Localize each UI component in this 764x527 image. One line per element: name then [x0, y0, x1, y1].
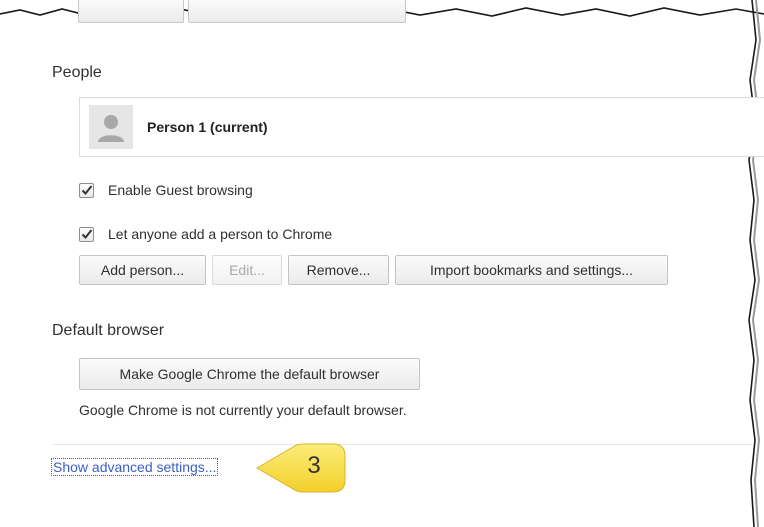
- cut-off-button[interactable]: [78, 0, 184, 23]
- callout-number: 3: [307, 452, 321, 479]
- divider: [52, 444, 752, 445]
- let-anyone-row[interactable]: Let anyone add a person to Chrome: [79, 225, 332, 243]
- checkmark-icon: [81, 228, 93, 239]
- enable-guest-row[interactable]: Enable Guest browsing: [79, 181, 253, 199]
- show-advanced-settings-link[interactable]: Show advanced settings...: [50, 458, 219, 476]
- torn-edge-right: [748, 0, 762, 527]
- people-section-title: People: [52, 64, 102, 81]
- edit-person-button[interactable]: Edit...: [212, 255, 282, 285]
- enable-guest-label[interactable]: Enable Guest browsing: [108, 182, 253, 198]
- enable-guest-checkbox[interactable]: [79, 182, 94, 198]
- make-default-browser-button[interactable]: Make Google Chrome the default browser: [79, 358, 420, 390]
- let-anyone-checkbox[interactable]: [79, 226, 94, 242]
- remove-person-button[interactable]: Remove...: [288, 255, 389, 285]
- default-browser-status: Google Chrome is not currently your defa…: [79, 402, 407, 418]
- default-browser-section-title: Default browser: [52, 322, 165, 339]
- let-anyone-label[interactable]: Let anyone add a person to Chrome: [108, 226, 332, 242]
- checkmark-icon: [81, 184, 93, 195]
- people-list: Person 1 (current): [79, 97, 764, 157]
- add-person-button[interactable]: Add person...: [79, 255, 206, 285]
- person-icon: [98, 115, 124, 142]
- import-bookmarks-button[interactable]: Import bookmarks and settings...: [395, 255, 668, 285]
- cut-off-button[interactable]: [188, 0, 406, 23]
- person-name[interactable]: Person 1 (current): [147, 119, 268, 135]
- avatar: [89, 105, 133, 149]
